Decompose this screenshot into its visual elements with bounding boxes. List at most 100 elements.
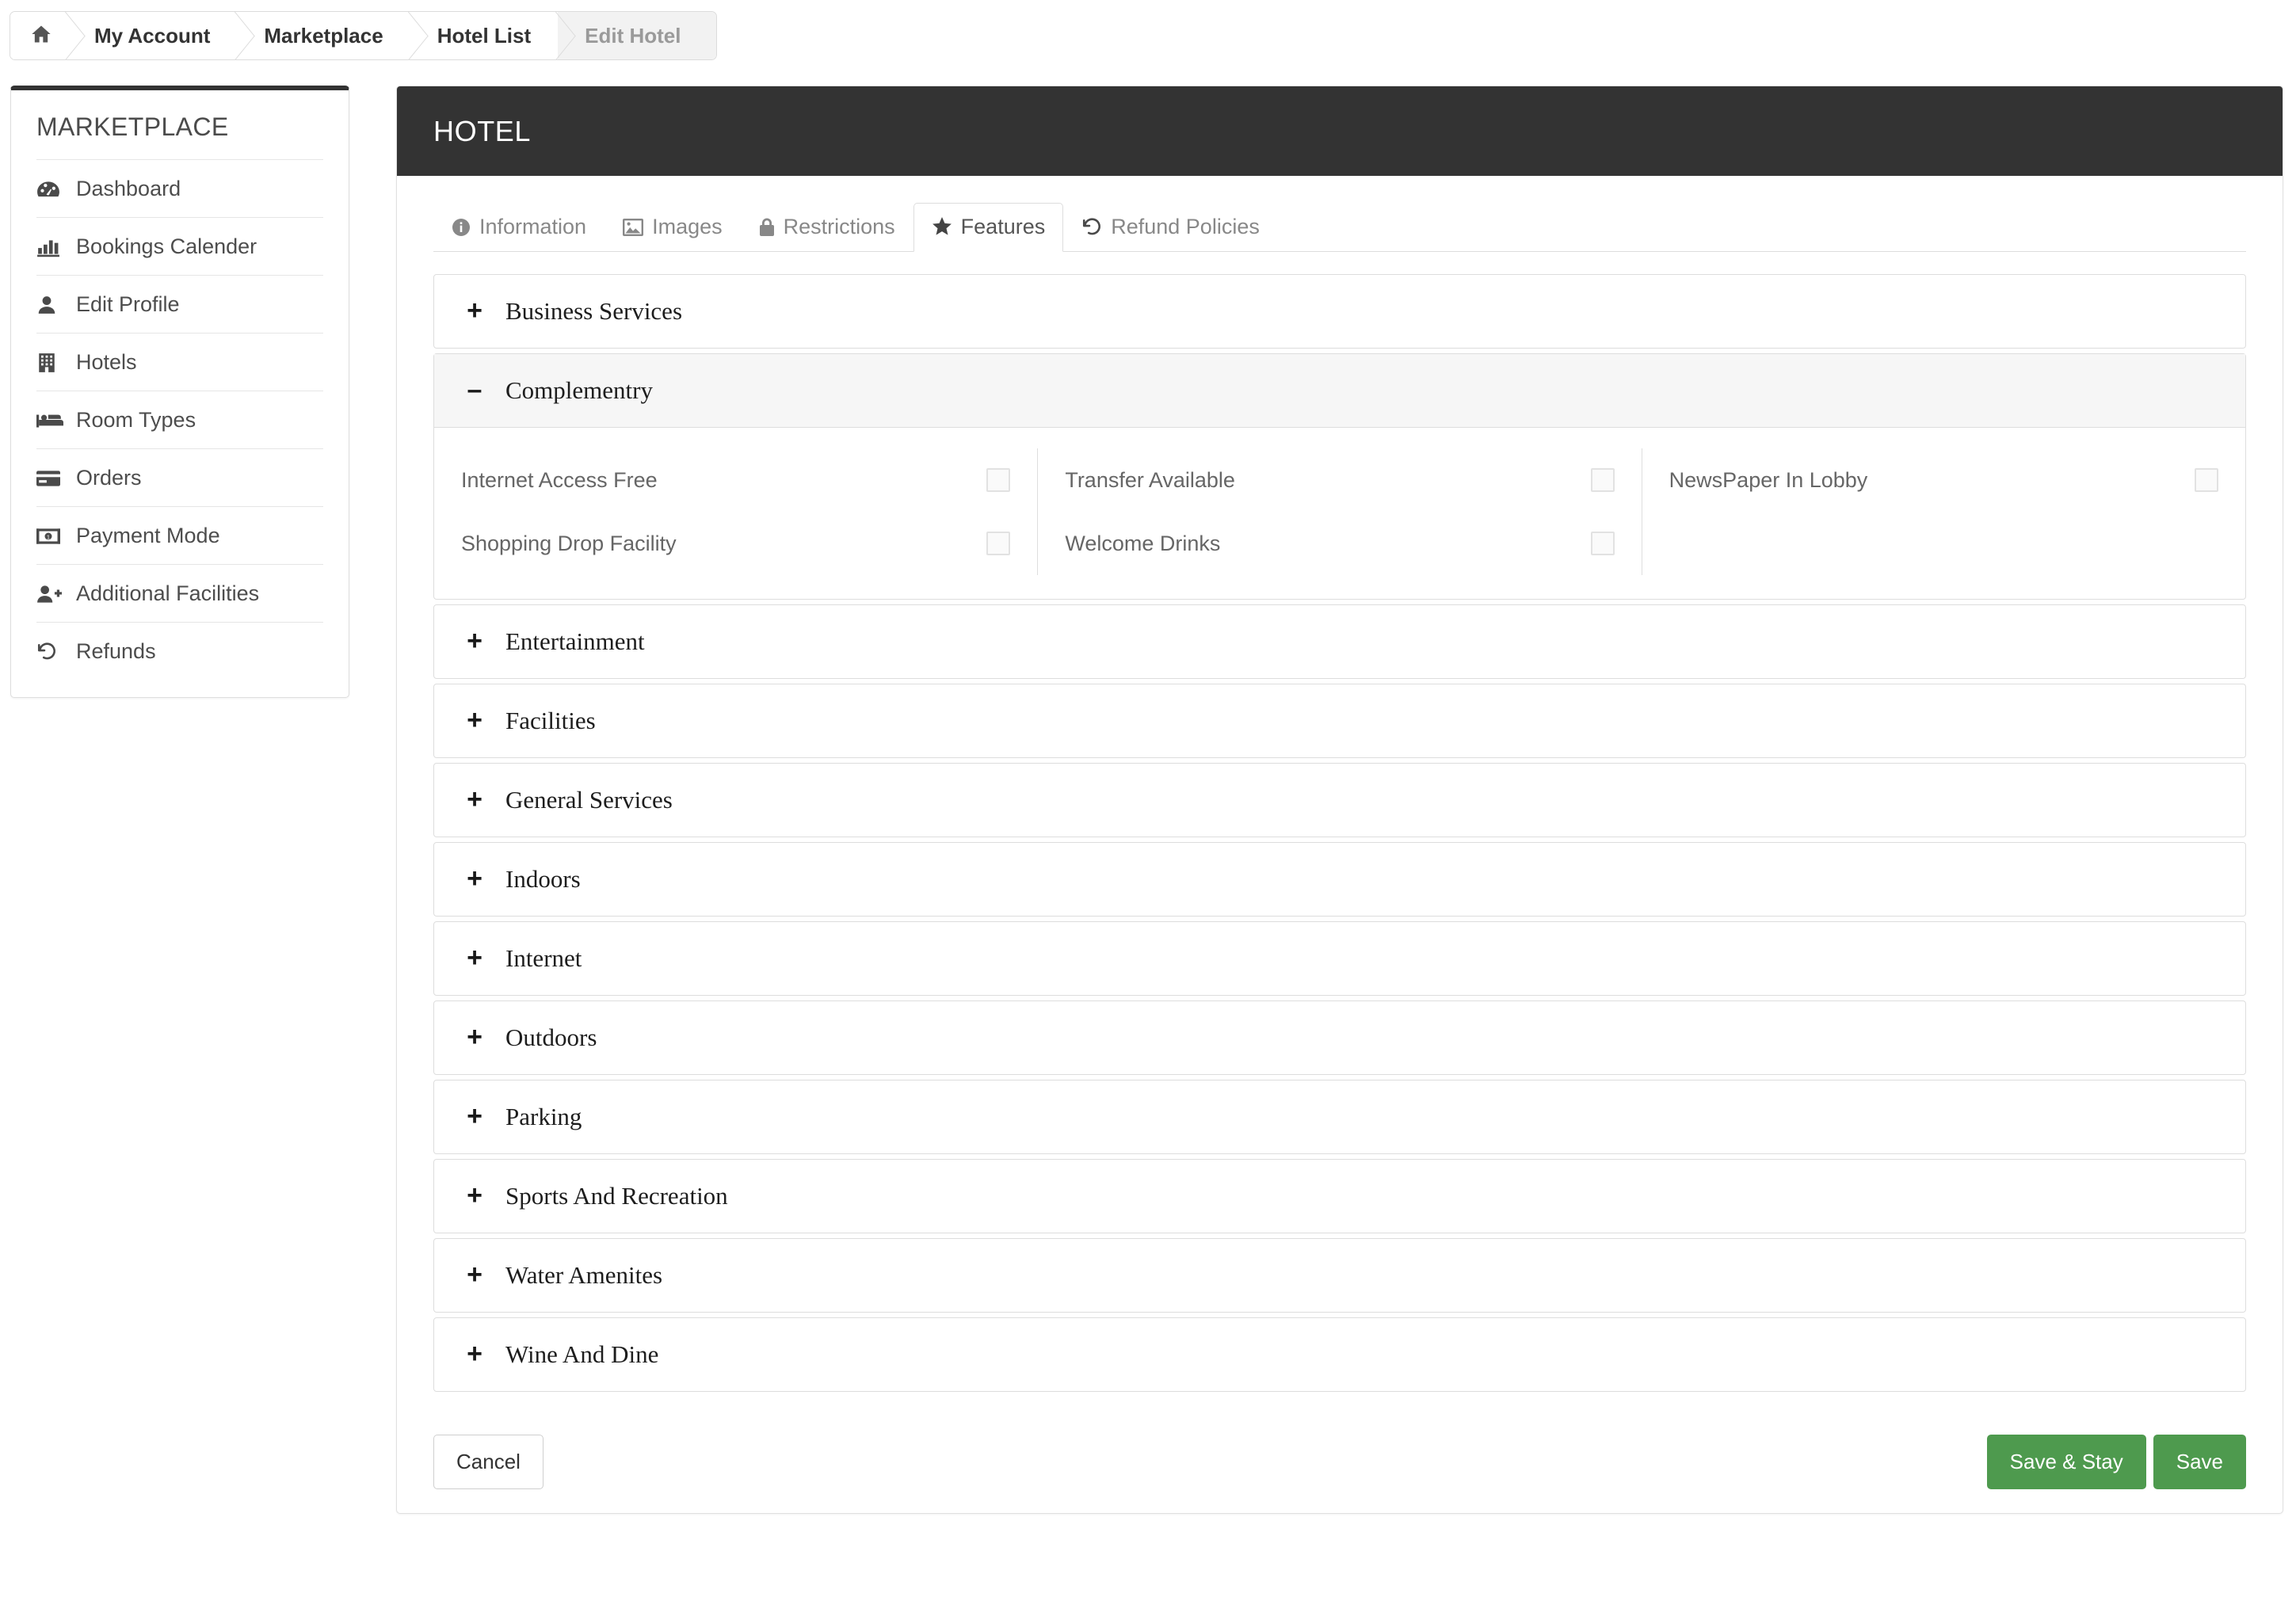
- save-button-group: Save & Stay Save: [1986, 1435, 2246, 1489]
- tab-features[interactable]: Features: [913, 203, 1064, 252]
- accordion-title: Outdoors: [505, 1023, 597, 1051]
- panel-header: HOTEL: [397, 86, 2283, 176]
- sidebar-item-label: Room Types: [76, 408, 196, 432]
- feature-row: Shopping Drop Facility: [461, 512, 1011, 575]
- breadcrumb-item-hotel-list[interactable]: Hotel List: [410, 12, 559, 59]
- sidebar-menu: Dashboard Bookings Calender Edit Profile Ho…: [11, 159, 349, 680]
- tab-restrictions[interactable]: Restrictions: [741, 203, 913, 252]
- sidebar-item-bookings-calender[interactable]: Bookings Calender: [36, 217, 323, 275]
- breadcrumb-item-marketplace[interactable]: Marketplace: [237, 12, 410, 59]
- sidebar-item-label: Dashboard: [76, 177, 181, 200]
- feature-label: Welcome Drinks: [1065, 531, 1221, 555]
- accordion-panel-business-services: + Business Services: [433, 274, 2246, 349]
- accordion-header[interactable]: + Outdoors: [434, 1001, 2245, 1074]
- accordion-title: Entertainment: [505, 627, 645, 655]
- accordion-header[interactable]: + Sports And Recreation: [434, 1160, 2245, 1233]
- plus-icon: +: [467, 1180, 482, 1211]
- feature-row-empty: [1669, 512, 2218, 575]
- feature-row: NewsPaper In Lobby: [1669, 448, 2218, 512]
- accordion-title: Parking: [505, 1103, 582, 1130]
- feature-label: NewsPaper In Lobby: [1669, 467, 1868, 492]
- hotel-edit-panel: HOTEL Information Images Restrictions Featu…: [396, 86, 2283, 1514]
- accordion-header[interactable]: + Entertainment: [434, 605, 2245, 678]
- sidebar-item-room-types[interactable]: Room Types: [36, 391, 323, 448]
- accordion-title: Water Amenites: [505, 1261, 663, 1289]
- accordion-header[interactable]: + Wine And Dine: [434, 1318, 2245, 1391]
- sidebar-item-edit-profile[interactable]: Edit Profile: [36, 275, 323, 333]
- sidebar-item-dashboard[interactable]: Dashboard: [36, 159, 323, 217]
- sidebar-item-hotels[interactable]: Hotels: [36, 333, 323, 391]
- bar-chart-icon: [36, 237, 63, 257]
- sidebar-item-label: Edit Profile: [76, 292, 180, 316]
- sidebar-item-label: Refunds: [76, 639, 156, 663]
- feature-row: Welcome Drinks: [1065, 512, 1615, 575]
- cancel-button[interactable]: Cancel: [433, 1435, 543, 1489]
- save-and-stay-button[interactable]: Save & Stay: [1986, 1435, 2146, 1489]
- breadcrumb-label: Hotel List: [437, 23, 532, 48]
- accordion-header[interactable]: + Business Services: [434, 275, 2245, 348]
- accordion-header[interactable]: + Parking: [434, 1081, 2245, 1153]
- accordion-title: General Services: [505, 786, 673, 814]
- feature-label: Internet Access Free: [461, 467, 658, 492]
- tab-label: Restrictions: [783, 215, 895, 238]
- sidebar-item-label: Payment Mode: [76, 524, 220, 547]
- sidebar-item-refunds[interactable]: Refunds: [36, 622, 323, 680]
- accordion-title: Complementry: [505, 376, 653, 404]
- breadcrumb-item-my-account[interactable]: My Account: [67, 12, 238, 59]
- user-plus-icon: [36, 584, 63, 604]
- accordion-panel-indoors: + Indoors: [433, 842, 2246, 917]
- image-icon: [623, 218, 644, 237]
- sidebar-item-additional-facilities[interactable]: Additional Facilities: [36, 564, 323, 622]
- feature-row: Transfer Available: [1065, 448, 1615, 512]
- feature-column: NewsPaper In Lobby: [1642, 448, 2245, 575]
- feature-checkbox[interactable]: [2194, 468, 2218, 492]
- tab-refund-policies[interactable]: Refund Policies: [1063, 203, 1278, 252]
- star-icon: [932, 217, 952, 237]
- breadcrumb-label: Marketplace: [264, 23, 383, 48]
- feature-row: Internet Access Free: [461, 448, 1011, 512]
- accordion-header[interactable]: + Facilities: [434, 684, 2245, 757]
- features-accordion: + Business Services – Complementry Internet …: [397, 252, 2283, 1392]
- accordion-panel-facilities: + Facilities: [433, 684, 2246, 758]
- feature-column: Transfer Available Welcome Drinks: [1038, 448, 1642, 575]
- tab-information[interactable]: Information: [433, 203, 605, 252]
- dashboard-icon: [36, 180, 63, 199]
- feature-column: Internet Access Free Shopping Drop Facili…: [434, 448, 1039, 575]
- tab-label: Images: [652, 215, 723, 238]
- tab-bar: Information Images Restrictions Features Ref…: [397, 176, 2283, 252]
- feature-checkbox[interactable]: [1590, 532, 1615, 555]
- feature-checkbox[interactable]: [986, 532, 1011, 555]
- accordion-panel-water-amenites: + Water Amenites: [433, 1238, 2246, 1313]
- accordion-panel-wine-and-dine: + Wine And Dine: [433, 1317, 2246, 1392]
- feature-checkbox[interactable]: [986, 468, 1011, 492]
- accordion-header[interactable]: + Indoors: [434, 843, 2245, 916]
- accordion-panel-sports-and-recreation: + Sports And Recreation: [433, 1159, 2246, 1233]
- save-button[interactable]: Save: [2153, 1435, 2246, 1489]
- plus-icon: +: [467, 784, 482, 815]
- lock-icon: [759, 218, 775, 237]
- accordion-title: Wine And Dine: [505, 1340, 659, 1368]
- breadcrumb-item-edit-hotel: Edit Hotel: [558, 12, 716, 59]
- sidebar: MARKETPLACE Dashboard Bookings Calender Ed…: [10, 86, 349, 698]
- tab-images[interactable]: Images: [605, 203, 741, 252]
- accordion-header[interactable]: + Water Amenites: [434, 1239, 2245, 1312]
- accordion-panel-entertainment: + Entertainment: [433, 604, 2246, 679]
- info-circle-icon: [452, 218, 471, 237]
- accordion-title: Facilities: [505, 707, 596, 734]
- sidebar-item-label: Additional Facilities: [76, 581, 260, 605]
- accordion-panel-parking: + Parking: [433, 1080, 2246, 1154]
- accordion-header[interactable]: + Internet: [434, 922, 2245, 995]
- accordion-header[interactable]: + General Services: [434, 764, 2245, 837]
- sidebar-item-payment-mode[interactable]: 1 Payment Mode: [36, 506, 323, 564]
- home-icon: [29, 23, 53, 49]
- accordion-panel-general-services: + General Services: [433, 763, 2246, 837]
- breadcrumb-home[interactable]: [10, 12, 67, 59]
- credit-card-icon: [36, 470, 63, 487]
- accordion-body: Internet Access Free Shopping Drop Facili…: [434, 427, 2245, 599]
- accordion-title: Business Services: [505, 297, 683, 325]
- sidebar-item-orders[interactable]: Orders: [36, 448, 323, 506]
- breadcrumb-label: Edit Hotel: [585, 23, 681, 48]
- accordion-header[interactable]: – Complementry: [434, 354, 2245, 427]
- plus-icon: +: [467, 863, 482, 894]
- feature-checkbox[interactable]: [1590, 468, 1615, 492]
